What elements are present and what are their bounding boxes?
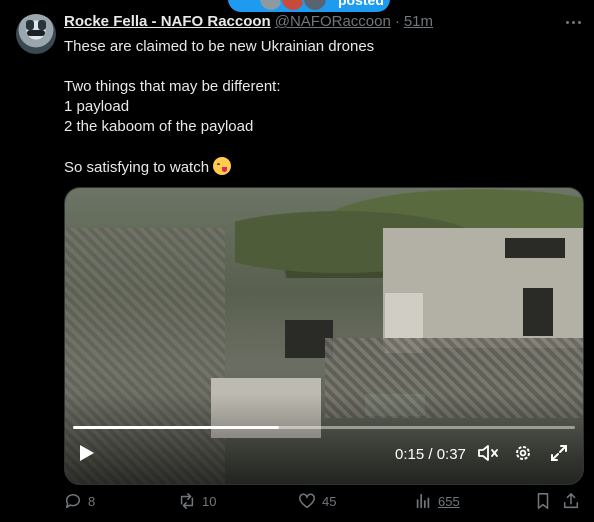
video-controls-shade	[65, 394, 583, 484]
settings-gear-icon[interactable]	[513, 443, 533, 463]
views-button[interactable]: 655	[414, 487, 460, 515]
share-button[interactable]	[562, 487, 580, 515]
author-name[interactable]: Rocke Fella - NAFO Raccoon	[64, 13, 271, 30]
more-icon-dot	[571, 20, 575, 24]
repost-button[interactable]: 10	[178, 487, 216, 515]
tweet-line: These are claimed to be new Ukrainian dr…	[64, 38, 375, 55]
video-frame-window	[523, 288, 553, 336]
new-posts-label: posted	[338, 0, 384, 8]
views-chart-icon	[416, 493, 430, 509]
view-count: 655	[438, 493, 460, 509]
bookmark-icon	[537, 493, 549, 509]
tweet-line: Two things that may be different:	[64, 78, 281, 95]
avatar-ear-left	[26, 20, 34, 30]
play-icon[interactable]	[79, 443, 95, 463]
heart-icon	[299, 493, 315, 509]
avatar-mask	[27, 30, 45, 36]
like-count: 45	[322, 493, 337, 509]
like-button[interactable]: 45	[298, 487, 336, 515]
mute-icon[interactable]	[477, 443, 499, 463]
gear-icon	[516, 446, 530, 460]
video-seek-fill	[73, 426, 279, 429]
yum-face-emoji-icon	[213, 157, 232, 175]
author-handle[interactable]: @NAFORaccoon	[275, 13, 391, 30]
new-posts-pill[interactable]: posted	[228, 0, 390, 12]
author-avatar[interactable]	[16, 14, 56, 54]
reply-count: 8	[88, 493, 96, 509]
reply-button[interactable]: 8	[64, 487, 95, 515]
expand-icon	[551, 445, 567, 461]
video-seek-bar[interactable]	[73, 426, 575, 429]
video-timecode: 0:15 / 0:37	[395, 446, 466, 463]
avatar-ear-right	[38, 20, 46, 30]
tweet-line: So satisfying to watch	[64, 159, 210, 176]
separator-dot: ·	[394, 13, 400, 30]
repost-count: 10	[202, 493, 217, 509]
share-icon	[563, 493, 579, 509]
tweet-line: 1 payload	[64, 98, 130, 115]
tweet-line-last: So satisfying to watch	[64, 157, 574, 178]
video-frame-window	[505, 238, 565, 258]
reply-icon	[65, 494, 81, 509]
video-player[interactable]: 0:15 / 0:37	[64, 187, 584, 485]
tweet-actions: 8 10 45 655	[64, 487, 584, 515]
more-icon-dot	[565, 20, 569, 24]
tweet-line: 2 the kaboom of the payload	[64, 118, 254, 135]
speaker-muted-icon	[478, 445, 498, 461]
fullscreen-icon[interactable]	[549, 443, 569, 463]
tweet-timestamp[interactable]: 51m	[404, 13, 433, 30]
repost-icon	[180, 493, 194, 509]
bookmark-button[interactable]	[534, 487, 552, 515]
more-icon-dot	[577, 20, 581, 24]
more-options-button[interactable]	[563, 12, 583, 32]
avatar-mini-3	[302, 0, 328, 12]
tweet-text: These are claimed to be new Ukrainian dr…	[64, 37, 574, 178]
tweet-header: Rocke Fella - NAFO Raccoon @NAFORaccoon …	[64, 13, 433, 30]
